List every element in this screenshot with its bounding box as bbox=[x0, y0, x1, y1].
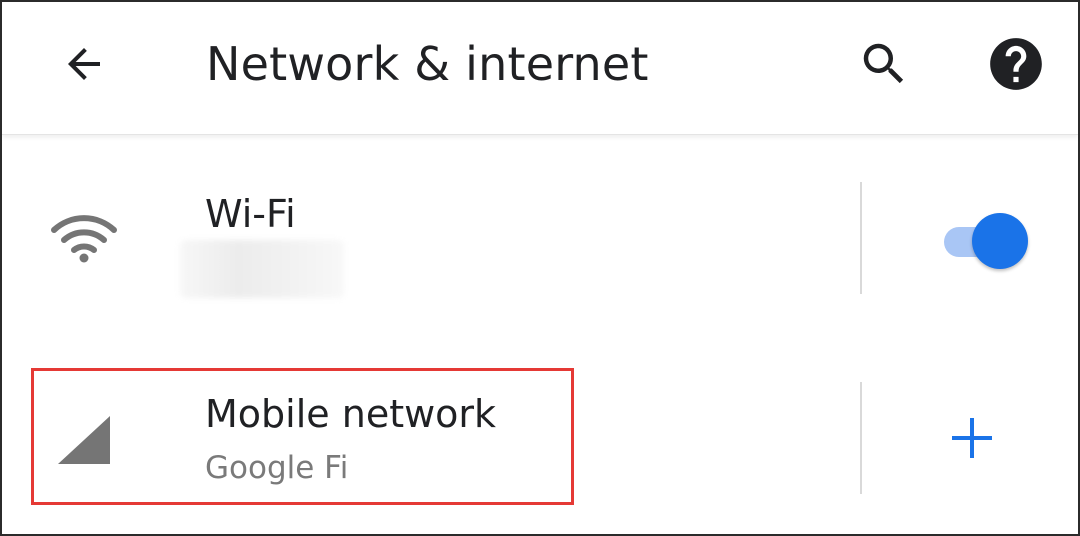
mobile-network-row: Mobile network Google Fi bbox=[2, 372, 1078, 512]
vertical-divider bbox=[860, 382, 862, 494]
help-button[interactable] bbox=[985, 33, 1047, 95]
signal-icon bbox=[54, 408, 114, 468]
toggle-thumb bbox=[972, 213, 1028, 269]
arrow-back-icon bbox=[68, 48, 100, 80]
vertical-divider bbox=[860, 182, 862, 294]
wifi-network-name-redacted bbox=[180, 240, 344, 298]
page-title: Network & internet bbox=[206, 37, 649, 91]
add-network-button[interactable] bbox=[940, 406, 1004, 470]
settings-screen: Network & internet Wi-Fi Mobile network … bbox=[0, 0, 1080, 536]
wifi-icon bbox=[50, 210, 118, 266]
app-bar: Network & internet bbox=[2, 2, 1078, 135]
search-button[interactable] bbox=[854, 34, 914, 94]
mobile-network-carrier: Google Fi bbox=[205, 450, 349, 486]
wifi-toggle[interactable] bbox=[942, 210, 1034, 269]
help-icon bbox=[990, 38, 1042, 90]
wifi-settings-item[interactable]: Wi-Fi bbox=[2, 172, 842, 312]
wifi-title: Wi-Fi bbox=[205, 192, 296, 236]
mobile-network-settings-item[interactable]: Mobile network Google Fi bbox=[2, 372, 842, 512]
add-icon bbox=[952, 418, 992, 458]
back-button[interactable] bbox=[54, 36, 114, 92]
search-icon bbox=[863, 43, 904, 84]
wifi-row: Wi-Fi bbox=[2, 172, 1078, 312]
mobile-network-title: Mobile network bbox=[205, 392, 497, 436]
